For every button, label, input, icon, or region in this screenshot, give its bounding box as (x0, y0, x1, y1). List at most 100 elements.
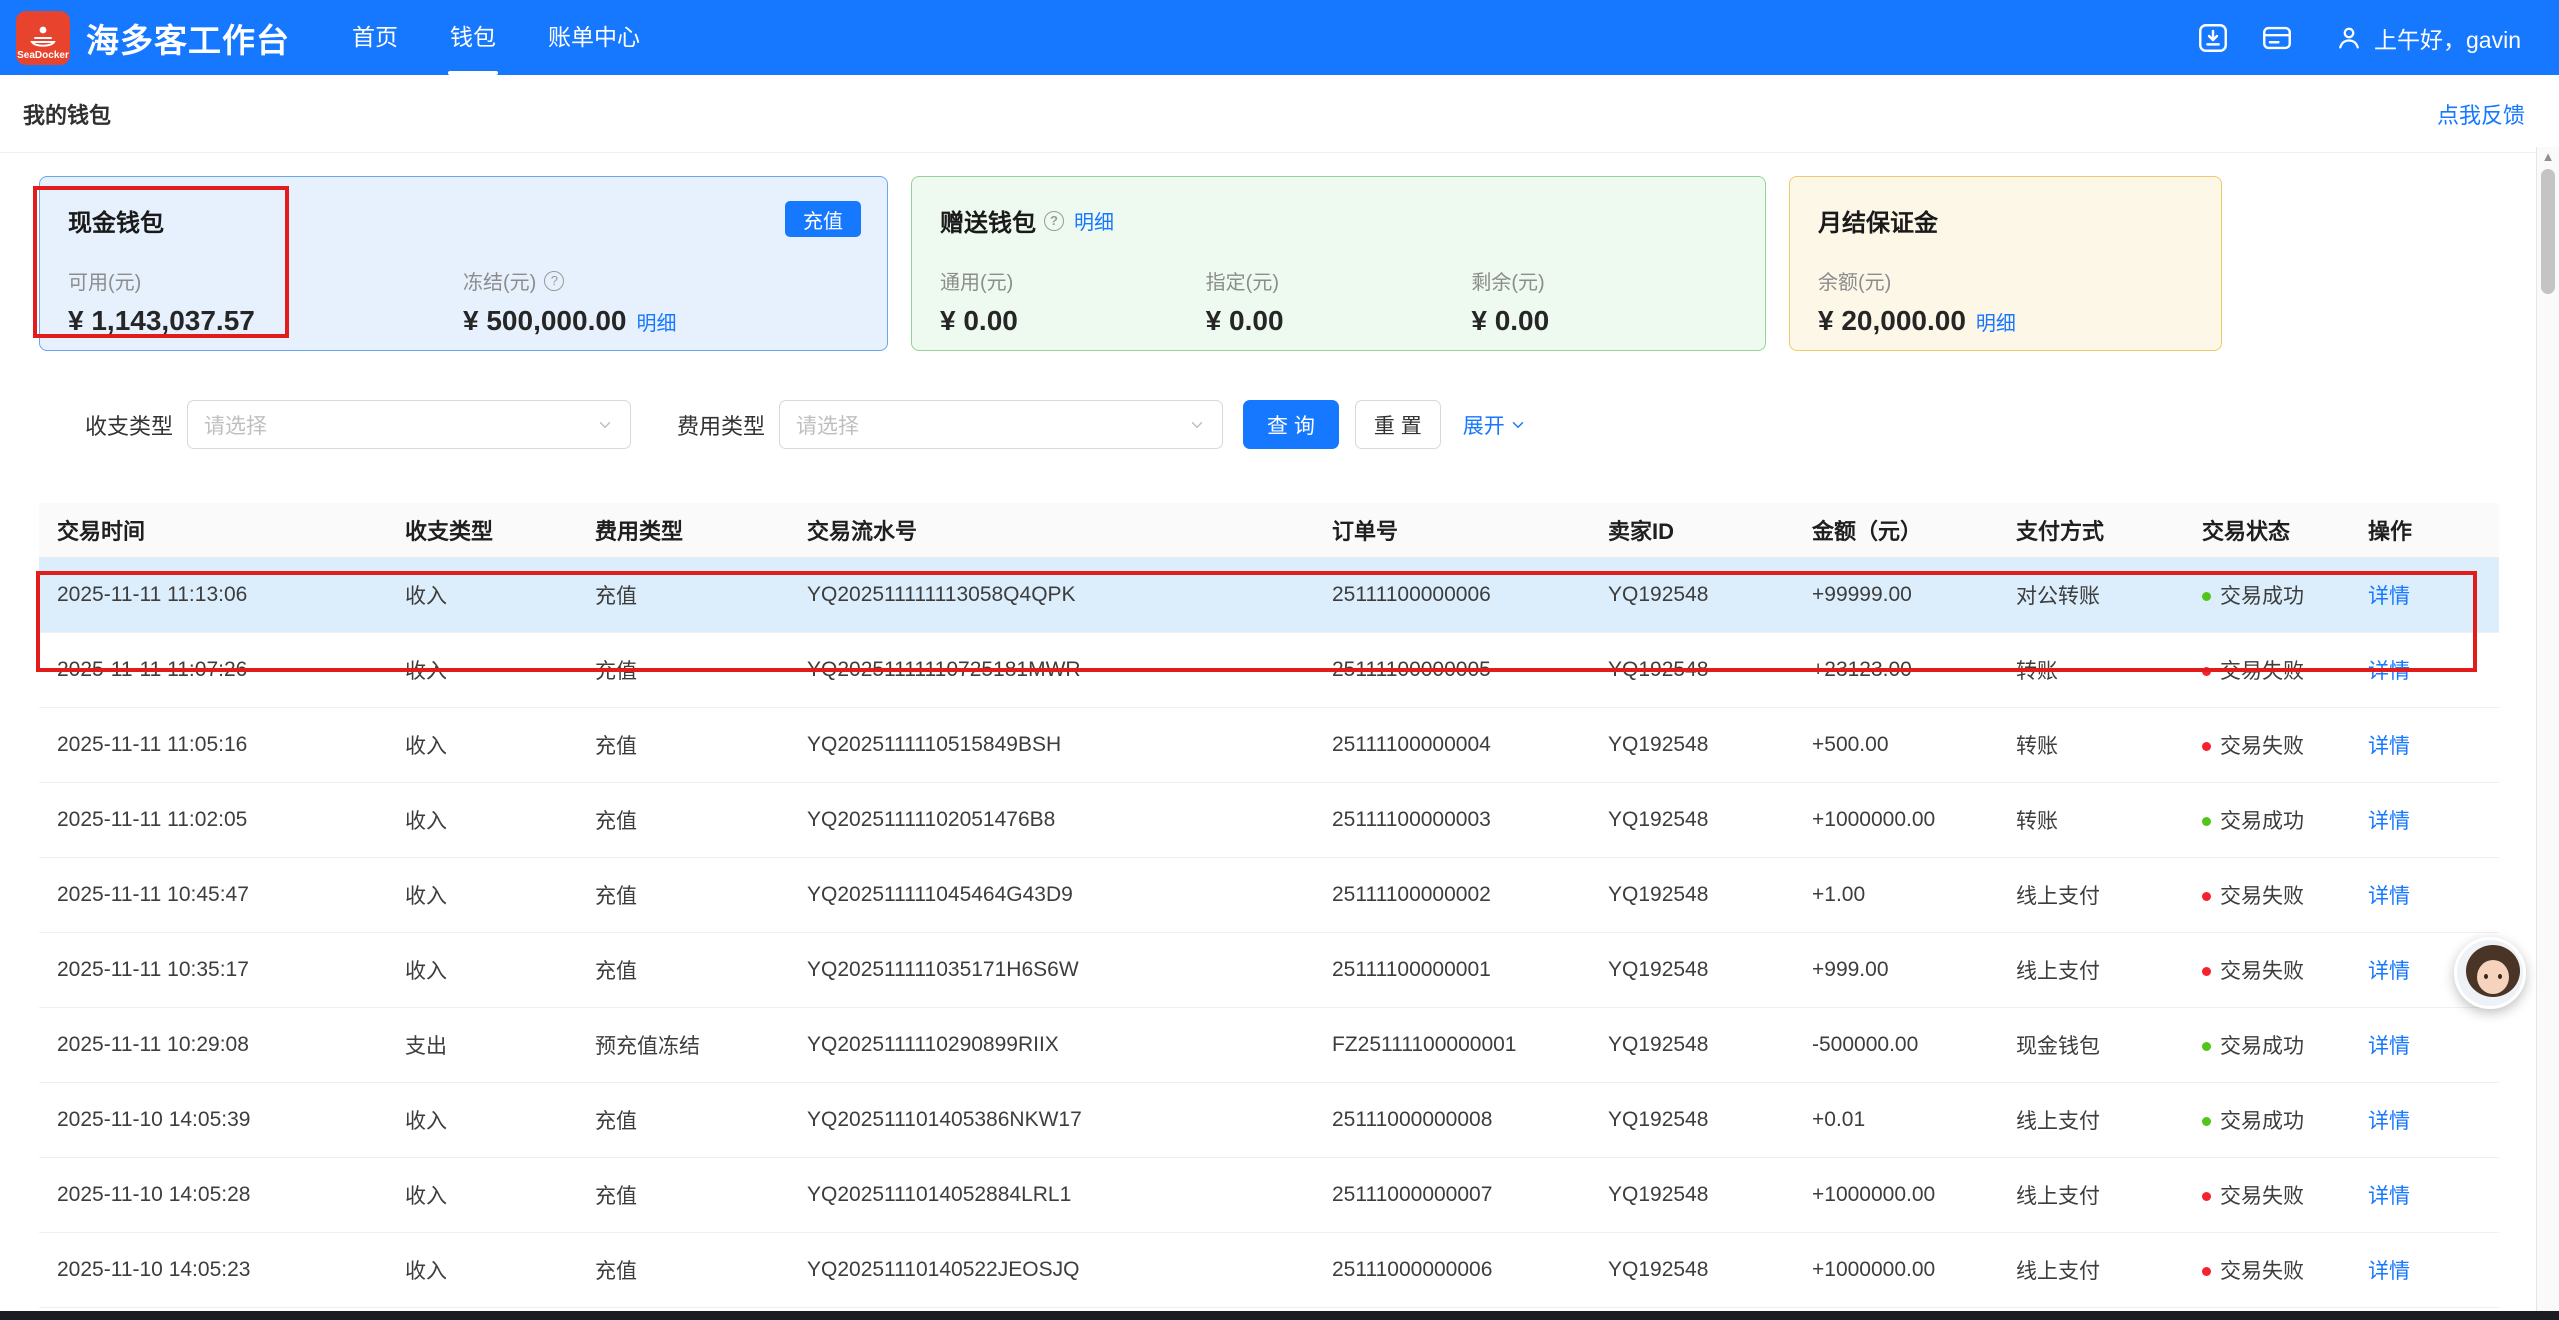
cell-seller: YQ192548 (1590, 782, 1794, 857)
cell-time: 2025-11-11 11:05:16 (39, 707, 387, 782)
transactions-body: 2025-11-11 11:13:06 收入 充值 YQ202511111113… (39, 557, 2499, 1307)
header-status: 交易状态 (2184, 503, 2350, 557)
status-dot (2202, 592, 2211, 601)
feedback-link[interactable]: 点我反馈 (2437, 98, 2525, 130)
nav-item-home[interactable]: 首页 (326, 0, 424, 75)
cell-serial: YQ20251111110725181MWR (789, 632, 1314, 707)
cell-status: 交易失败 (2184, 1157, 2350, 1232)
cell-serial: YQ2025111110290899RIIX (789, 1007, 1314, 1082)
detail-link[interactable]: 详情 (2368, 1110, 2410, 1133)
gift-help-icon[interactable]: ? (1044, 211, 1064, 231)
income-type-select[interactable]: 请选择 (187, 400, 631, 449)
header-seller: 卖家ID (1590, 503, 1794, 557)
frozen-help-icon[interactable]: ? (544, 271, 564, 291)
page-header: 我的钱包 点我反馈 (0, 75, 2559, 153)
main-content: 现金钱包 充值 可用(元) ¥ 1,143,037.57 冻结(元) ? ¥ 5… (39, 153, 2499, 1308)
gift-wallet-card: 赠送钱包 ? 明细 通用(元) ¥ 0.00 指定(元) ¥ 0.00 剩余(元… (911, 176, 1766, 351)
cell-status: 交易失败 (2184, 857, 2350, 932)
cell-status: 交易失败 (2184, 932, 2350, 1007)
cell-fee: 充值 (577, 1157, 789, 1232)
table-row: 2025-11-10 14:05:23 收入 充值 YQ202511101405… (39, 1232, 2499, 1307)
detail-link[interactable]: 详情 (2368, 1185, 2410, 1208)
cell-type: 收入 (387, 1232, 577, 1307)
status-dot (2202, 742, 2211, 751)
expand-link[interactable]: 展开 (1463, 410, 1527, 440)
detail-link[interactable]: 详情 (2368, 885, 2410, 908)
status-dot (2202, 967, 2211, 976)
cell-seller: YQ192548 (1590, 707, 1794, 782)
table-row: 2025-11-11 11:07:26 收入 充值 YQ202511111107… (39, 632, 2499, 707)
status-dot (2202, 817, 2211, 826)
cell-order: 25111100000003 (1314, 782, 1590, 857)
cell-fee: 充值 (577, 1082, 789, 1157)
cell-serial: YQ2025111110515849BSH (789, 707, 1314, 782)
status-dot (2202, 1042, 2211, 1051)
detail-link[interactable]: 详情 (2368, 735, 2410, 758)
cell-amount: -500000.00 (1794, 1007, 1998, 1082)
cell-serial: YQ2025111014052884LRL1 (789, 1157, 1314, 1232)
nav-item-billing-center[interactable]: 账单中心 (522, 0, 666, 75)
taskbar-edge (0, 1311, 2559, 1320)
cell-type: 收入 (387, 707, 577, 782)
cell-fee: 充值 (577, 857, 789, 932)
cell-action: 详情 (2350, 1232, 2499, 1307)
cell-serial: YQ202511111045464G43D9 (789, 857, 1314, 932)
cell-order: FZ25111100000001 (1314, 1007, 1590, 1082)
status-dot (2202, 892, 2211, 901)
cell-time: 2025-11-11 10:35:17 (39, 932, 387, 1007)
header-method: 支付方式 (1998, 503, 2184, 557)
cell-status: 交易失败 (2184, 632, 2350, 707)
detail-link[interactable]: 详情 (2368, 960, 2410, 983)
cell-serial: YQ20251110140522JEOSJQ (789, 1232, 1314, 1307)
cell-action: 详情 (2350, 857, 2499, 932)
cell-seller: YQ192548 (1590, 932, 1794, 1007)
cell-amount: +1000000.00 (1794, 1157, 1998, 1232)
cell-amount: +999.00 (1794, 932, 1998, 1007)
cell-time: 2025-11-11 11:07:26 (39, 632, 387, 707)
avatar-face (2477, 960, 2509, 994)
reset-button[interactable]: 重 置 (1355, 400, 1441, 449)
deposit-title: 月结保证金 (1818, 203, 2193, 238)
query-button[interactable]: 查 询 (1243, 400, 1339, 449)
user-menu[interactable]: 上午好，gavin (2334, 21, 2521, 55)
cell-status: 交易成功 (2184, 557, 2350, 632)
wallet-cards: 现金钱包 充值 可用(元) ¥ 1,143,037.57 冻结(元) ? ¥ 5… (39, 176, 2499, 351)
detail-link[interactable]: 详情 (2368, 585, 2410, 608)
cell-order: 25111100000002 (1314, 857, 1590, 932)
billing-icon[interactable] (2258, 19, 2296, 57)
gift-detail-link[interactable]: 明细 (1074, 206, 1114, 235)
cell-order: 25111000000007 (1314, 1157, 1590, 1232)
cell-type: 收入 (387, 932, 577, 1007)
status-dot (2202, 1192, 2211, 1201)
detail-link[interactable]: 详情 (2368, 1035, 2410, 1058)
deposit-detail-link[interactable]: 明细 (1976, 307, 2016, 336)
detail-link[interactable]: 详情 (2368, 1260, 2410, 1283)
header-serial: 交易流水号 (789, 503, 1314, 557)
income-type-label: 收支类型 (85, 409, 173, 441)
app-logo[interactable]: SeaDocker (16, 11, 70, 65)
cell-method: 转账 (1998, 632, 2184, 707)
table-row: 2025-11-10 14:05:39 收入 充值 YQ202511101405… (39, 1082, 2499, 1157)
available-label: 可用(元) (68, 266, 463, 295)
cell-type: 收入 (387, 857, 577, 932)
cell-type: 收入 (387, 632, 577, 707)
filter-bar: 收支类型 请选择 费用类型 请选择 查 询 重 置 展开 (39, 400, 2499, 449)
nav-item-wallet[interactable]: 钱包 (424, 0, 522, 75)
chevron-down-icon (1188, 416, 1206, 434)
download-icon[interactable] (2194, 19, 2232, 57)
cell-seller: YQ192548 (1590, 1082, 1794, 1157)
scroll-up-arrow[interactable]: ▲ (2537, 149, 2559, 164)
gift-designated-label: 指定(元) (1206, 266, 1472, 295)
assistant-avatar[interactable] (2454, 937, 2526, 1009)
vertical-scrollbar[interactable]: ▲ (2536, 147, 2559, 1320)
recharge-button[interactable]: 充值 (785, 201, 861, 237)
frozen-detail-link[interactable]: 明细 (637, 307, 677, 336)
cell-order: 25111000000006 (1314, 1232, 1590, 1307)
detail-link[interactable]: 详情 (2368, 660, 2410, 683)
cell-status: 交易失败 (2184, 707, 2350, 782)
page-title: 我的钱包 (23, 98, 111, 130)
scrollbar-thumb[interactable] (2541, 169, 2555, 294)
cell-type: 支出 (387, 1007, 577, 1082)
fee-type-select[interactable]: 请选择 (779, 400, 1223, 449)
detail-link[interactable]: 详情 (2368, 810, 2410, 833)
